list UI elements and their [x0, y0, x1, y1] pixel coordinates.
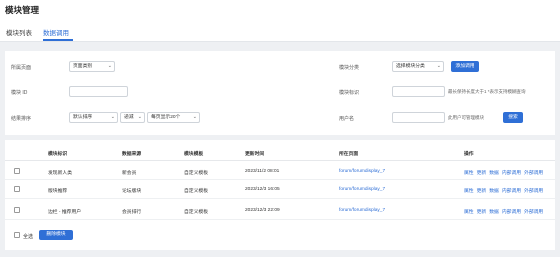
- module-name-input[interactable]: [392, 86, 445, 97]
- select-all-label: 全选: [23, 234, 34, 240]
- row-divider: [5, 219, 555, 220]
- delete-module-button[interactable]: 删除模块: [39, 230, 73, 240]
- op-internal-call[interactable]: 内部调用: [502, 189, 521, 194]
- order-select[interactable]: 递减 ⌄: [120, 112, 145, 123]
- active-tab-indicator: [43, 39, 73, 41]
- op-external-call[interactable]: 外部调用: [524, 189, 543, 194]
- op-internal-call[interactable]: 内部调用: [502, 171, 521, 176]
- op-data[interactable]: 数据: [489, 210, 499, 215]
- page-header: 模块管理 模块列表 数据调用: [0, 0, 560, 42]
- row-updated: 2023/12/3 22:09: [245, 208, 280, 213]
- row-checkbox[interactable]: [14, 186, 20, 192]
- tab-module-list[interactable]: 模块列表: [6, 27, 32, 37]
- module-id-label: 模块 ID: [11, 90, 28, 96]
- module-name-label: 模块标识: [339, 90, 360, 96]
- row-page-link[interactable]: forum/forumdisplay_7: [339, 169, 385, 174]
- order-select-value: 递减: [124, 115, 134, 120]
- row-name: 发现新人类: [48, 171, 72, 176]
- op-external-call[interactable]: 外部调用: [524, 171, 543, 176]
- op-update[interactable]: 更新: [477, 171, 487, 176]
- username-hint: 此用户可管理模块: [448, 115, 484, 120]
- per-page-select[interactable]: 每页显示20个 ⌄: [147, 112, 200, 123]
- page-select[interactable]: 页面类别 ⌄: [69, 61, 115, 72]
- module-id-input[interactable]: [69, 86, 128, 97]
- col-header-updated: 更新时间: [245, 152, 265, 157]
- username-label: 用户名: [339, 116, 355, 122]
- col-header-ops: 操作: [464, 152, 474, 157]
- filter-panel: 所属页面 页面类别 ⌄ 模块分类 选择模块分类 ⌄ 添加调用 模块 ID 模块标…: [5, 51, 555, 135]
- col-header-page: 所在页面: [339, 152, 359, 157]
- chevron-down-icon: ⌄: [107, 63, 112, 69]
- search-button[interactable]: 搜索: [503, 112, 523, 123]
- row-page-link[interactable]: forum/forumdisplay_7: [339, 208, 385, 213]
- row-actions: 属性 更新 数据 内部调用 外部调用: [464, 169, 546, 176]
- chevron-down-icon: ⌄: [110, 114, 115, 120]
- page-select-value: 页面类别: [73, 64, 93, 69]
- module-table: 模块标识 数据来源 模块模板 更新时间 所在页面 操作 发现新人类 新会员 自定…: [5, 140, 555, 250]
- row-page-link[interactable]: forum/forumdisplay_7: [339, 187, 385, 192]
- row-updated: 2023/12/3 16:05: [245, 187, 280, 192]
- op-update[interactable]: 更新: [477, 189, 487, 194]
- sort-label: 结果排序: [11, 116, 32, 122]
- op-properties[interactable]: 属性: [464, 171, 474, 176]
- module-name-hint: 最长保持长度大于1 *表示支持模糊查询: [448, 89, 526, 94]
- col-header-template: 模块模板: [184, 152, 204, 157]
- row-updated: 2023/11/2 08:01: [245, 169, 280, 174]
- select-all-checkbox[interactable]: [14, 232, 20, 238]
- op-update[interactable]: 更新: [477, 210, 487, 215]
- category-select-value: 选择模块分类: [396, 64, 425, 69]
- row-checkbox[interactable]: [14, 168, 20, 174]
- chevron-down-icon: ⌄: [192, 114, 197, 120]
- col-header-name: 模块标识: [48, 152, 68, 157]
- tab-data-call[interactable]: 数据调用: [43, 27, 69, 37]
- row-source: 新会员: [122, 171, 137, 176]
- row-name: 边栏 - 推荐用户: [48, 210, 82, 215]
- row-template: 自定义模板: [184, 171, 208, 176]
- sort-select-value: 默认排序: [73, 115, 93, 120]
- row-source: 会员排行: [122, 210, 142, 215]
- per-page-select-value: 每页显示20个: [151, 115, 181, 120]
- row-name: 版块推荐: [48, 189, 68, 194]
- page-label: 所属页面: [11, 65, 32, 71]
- op-properties[interactable]: 属性: [464, 189, 474, 194]
- chevron-down-icon: ⌄: [436, 63, 441, 69]
- op-data[interactable]: 数据: [489, 171, 499, 176]
- add-call-button[interactable]: 添加调用: [451, 61, 479, 72]
- sort-select[interactable]: 默认排序 ⌄: [69, 112, 118, 123]
- page-title: 模块管理: [5, 5, 40, 15]
- row-source: 论坛版块: [122, 189, 142, 194]
- col-header-source: 数据来源: [122, 152, 142, 157]
- row-divider: [5, 198, 555, 199]
- header-divider: [5, 160, 555, 161]
- row-actions: 属性 更新 数据 内部调用 外部调用: [464, 208, 546, 215]
- op-properties[interactable]: 属性: [464, 210, 474, 215]
- row-template: 自定义模板: [184, 189, 208, 194]
- row-template: 自定义模板: [184, 210, 208, 215]
- category-select[interactable]: 选择模块分类 ⌄: [392, 61, 444, 72]
- op-data[interactable]: 数据: [489, 189, 499, 194]
- username-input[interactable]: [392, 112, 445, 123]
- op-external-call[interactable]: 外部调用: [524, 210, 543, 215]
- op-internal-call[interactable]: 内部调用: [502, 210, 521, 215]
- row-divider: [5, 179, 555, 180]
- category-label: 模块分类: [339, 65, 360, 71]
- chevron-down-icon: ⌄: [137, 114, 142, 120]
- row-checkbox[interactable]: [14, 207, 20, 213]
- row-actions: 属性 更新 数据 内部调用 外部调用: [464, 187, 546, 194]
